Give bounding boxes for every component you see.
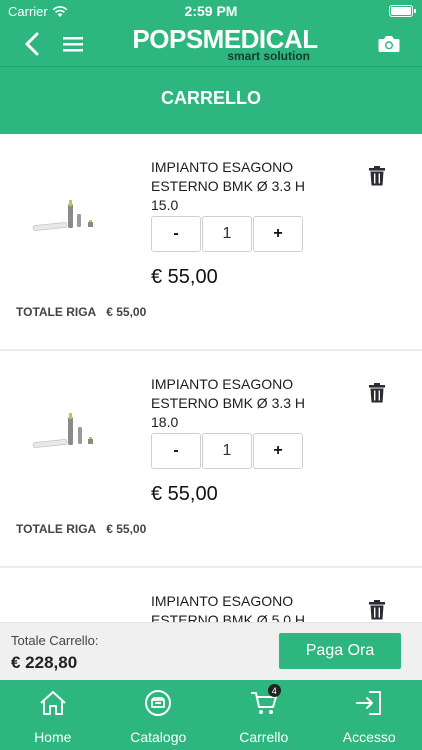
product-image: [32, 413, 93, 448]
header-divider: [0, 66, 422, 67]
quantity-field[interactable]: 1: [202, 433, 252, 469]
cart-item: IMPIANTO ESAGONO ESTERNO BMK Ø 3.3 H 18.…: [0, 351, 422, 568]
navbar: POPSMEDICAL smart solution: [0, 22, 422, 66]
home-icon: [40, 691, 66, 715]
cart-total-label: Totale Carrello:: [11, 633, 99, 648]
top-header: Carrier 2:59 PM POPSMEDICAL smart soluti…: [0, 0, 422, 134]
increase-quantity-button[interactable]: +: [253, 216, 303, 252]
trash-icon: [369, 383, 385, 403]
tab-label: Home: [34, 729, 72, 745]
delete-item-button[interactable]: [369, 166, 389, 188]
tab-label: Accesso: [342, 729, 396, 745]
tab-label: Catalogo: [130, 729, 187, 745]
brand-tagline: smart solution: [227, 49, 310, 63]
catalog-icon: [145, 690, 172, 716]
camera-button[interactable]: [371, 26, 407, 62]
row-total-label: TOTALE RIGA: [16, 305, 97, 319]
product-image: [32, 200, 93, 231]
cart-list[interactable]: IMPIANTO ESAGONO ESTERNO BMK Ø 3.3 H 15.…: [0, 134, 422, 622]
row-total: TOTALE RIGA € 55,00: [16, 522, 146, 536]
cart-total-value: € 228,80: [11, 653, 78, 672]
item-price: € 55,00: [151, 266, 218, 288]
delete-item-button[interactable]: [369, 383, 389, 405]
decrease-quantity-button[interactable]: -: [151, 433, 201, 469]
tab-bar: Home Catalogo 4 Carrello Accesso: [0, 680, 422, 750]
menu-button[interactable]: [55, 26, 91, 62]
tab-home[interactable]: Home: [0, 680, 106, 750]
tab-label: Carrello: [239, 729, 289, 745]
decrease-quantity-button[interactable]: -: [151, 216, 201, 252]
row-total-value: € 55,00: [106, 305, 147, 319]
clock: 2:59 PM: [184, 3, 238, 19]
back-button[interactable]: [14, 26, 50, 62]
login-icon: [356, 691, 382, 715]
tab-login[interactable]: Accesso: [317, 680, 422, 750]
row-total: TOTALE RIGA € 55,00: [16, 305, 146, 319]
tab-catalog[interactable]: Catalogo: [106, 680, 212, 750]
product-name: IMPIANTO ESAGONO ESTERNO BMK Ø 3.3 H 18.…: [151, 376, 306, 430]
cart-count-badge: 4: [267, 684, 281, 697]
row-total-label: TOTALE RIGA: [16, 522, 97, 536]
cart-item: IMPIANTO ESAGONO ESTERNO BMK Ø 3.3 H 15.…: [0, 134, 422, 351]
row-total-value: € 55,00: [106, 522, 147, 536]
status-bar: Carrier 2:59 PM: [0, 0, 422, 22]
cart-item: IMPIANTO ESAGONO ESTERNO BMK Ø 5.0 H: [0, 568, 422, 622]
brand-logo: POPSMEDICAL smart solution: [130, 25, 320, 63]
product-name: IMPIANTO ESAGONO ESTERNO BMK Ø 5.0 H: [151, 593, 306, 622]
menu-icon: [63, 37, 83, 52]
trash-icon: [369, 600, 385, 620]
page-title: CARRELLO: [161, 88, 261, 108]
battery-icon: [389, 5, 416, 17]
quantity-field[interactable]: 1: [202, 216, 252, 252]
tab-cart[interactable]: 4 Carrello: [211, 680, 317, 750]
cart-summary: Totale Carrello: € 228,80 Paga Ora: [0, 622, 422, 680]
back-icon: [25, 32, 39, 56]
quantity-stepper: - 1 +: [151, 433, 303, 469]
product-name: IMPIANTO ESAGONO ESTERNO BMK Ø 3.3 H 15.…: [151, 159, 306, 213]
trash-icon: [369, 166, 385, 186]
increase-quantity-button[interactable]: +: [253, 433, 303, 469]
camera-icon: [378, 36, 400, 52]
pay-now-button[interactable]: Paga Ora: [279, 633, 401, 669]
item-price: € 55,00: [151, 483, 218, 505]
delete-item-button[interactable]: [369, 600, 389, 622]
quantity-stepper: - 1 +: [151, 216, 303, 252]
